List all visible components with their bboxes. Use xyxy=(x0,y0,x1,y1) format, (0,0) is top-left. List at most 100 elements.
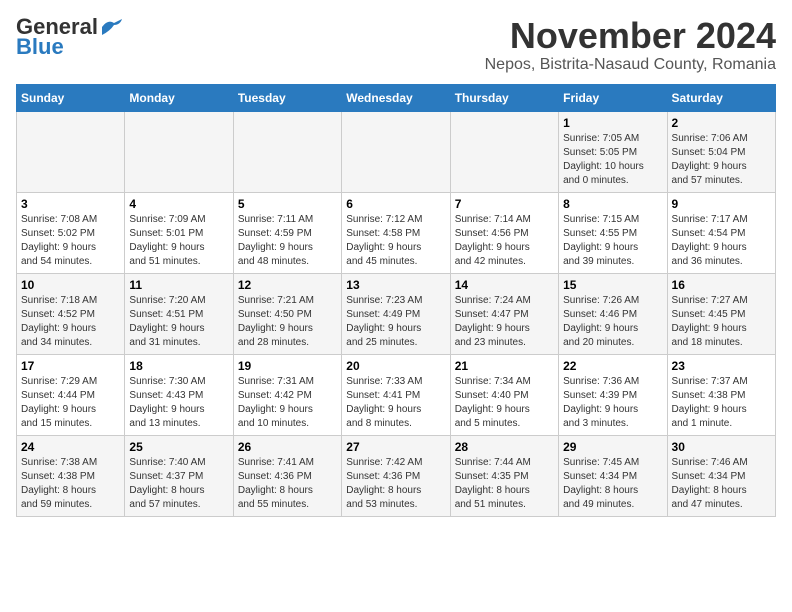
day-number: 28 xyxy=(455,440,554,454)
calendar-cell: 12 Sunrise: 7:21 AM Sunset: 4:50 PM Dayli… xyxy=(233,273,341,354)
calendar-cell: 2 Sunrise: 7:06 AM Sunset: 5:04 PM Daylig… xyxy=(667,111,775,192)
day-info: Sunrise: 7:27 AM Sunset: 4:45 PM Dayligh… xyxy=(672,294,771,350)
day-number: 4 xyxy=(129,197,228,211)
calendar-cell: 3 Sunrise: 7:08 AM Sunset: 5:02 PM Daylig… xyxy=(17,192,125,273)
calendar-cell: 23 Sunrise: 7:37 AM Sunset: 4:38 PM Dayli… xyxy=(667,354,775,435)
day-number: 19 xyxy=(238,359,337,373)
day-number: 12 xyxy=(238,278,337,292)
header: General Blue November 2024 Nepos, Bistri… xyxy=(16,16,776,74)
calendar-cell xyxy=(342,111,450,192)
day-info: Sunrise: 7:14 AM Sunset: 4:56 PM Dayligh… xyxy=(455,213,554,269)
calendar-cell: 21 Sunrise: 7:34 AM Sunset: 4:40 PM Dayli… xyxy=(450,354,558,435)
day-info: Sunrise: 7:17 AM Sunset: 4:54 PM Dayligh… xyxy=(672,213,771,269)
calendar-cell: 5Sunrise: 7:11 AM Sunset: 4:59 PM Daylig… xyxy=(233,192,341,273)
calendar-cell: 27 Sunrise: 7:42 AM Sunset: 4:36 PM Dayli… xyxy=(342,435,450,516)
day-number: 10 xyxy=(21,278,120,292)
day-info: Sunrise: 7:42 AM Sunset: 4:36 PM Dayligh… xyxy=(346,456,445,512)
day-header: Friday xyxy=(559,84,667,111)
day-header: Monday xyxy=(125,84,233,111)
day-info: Sunrise: 7:18 AM Sunset: 4:52 PM Dayligh… xyxy=(21,294,120,350)
calendar-cell: 10 Sunrise: 7:18 AM Sunset: 4:52 PM Dayli… xyxy=(17,273,125,354)
day-info: Sunrise: 7:44 AM Sunset: 4:35 PM Dayligh… xyxy=(455,456,554,512)
day-number: 3 xyxy=(21,197,120,211)
calendar-cell: 16 Sunrise: 7:27 AM Sunset: 4:45 PM Dayli… xyxy=(667,273,775,354)
day-info: Sunrise: 7:34 AM Sunset: 4:40 PM Dayligh… xyxy=(455,375,554,431)
day-header: Sunday xyxy=(17,84,125,111)
calendar-cell: 7 Sunrise: 7:14 AM Sunset: 4:56 PM Daylig… xyxy=(450,192,558,273)
day-info: Sunrise: 7:29 AM Sunset: 4:44 PM Dayligh… xyxy=(21,375,120,431)
day-info: Sunrise: 7:36 AM Sunset: 4:39 PM Dayligh… xyxy=(563,375,662,431)
logo-bird-icon xyxy=(100,19,122,35)
day-info: Sunrise: 7:45 AM Sunset: 4:34 PM Dayligh… xyxy=(563,456,662,512)
day-header: Thursday xyxy=(450,84,558,111)
calendar-cell xyxy=(450,111,558,192)
calendar-cell: 29 Sunrise: 7:45 AM Sunset: 4:34 PM Dayli… xyxy=(559,435,667,516)
day-header: Saturday xyxy=(667,84,775,111)
calendar-cell: 25 Sunrise: 7:40 AM Sunset: 4:37 PM Dayli… xyxy=(125,435,233,516)
day-number: 13 xyxy=(346,278,445,292)
calendar-cell: 6Sunrise: 7:12 AM Sunset: 4:58 PM Daylig… xyxy=(342,192,450,273)
day-number: 1 xyxy=(563,116,662,130)
calendar-cell: 22Sunrise: 7:36 AM Sunset: 4:39 PM Dayli… xyxy=(559,354,667,435)
day-number: 15 xyxy=(563,278,662,292)
calendar-cell: 4 Sunrise: 7:09 AM Sunset: 5:01 PM Daylig… xyxy=(125,192,233,273)
day-number: 9 xyxy=(672,197,771,211)
day-header: Tuesday xyxy=(233,84,341,111)
day-number: 25 xyxy=(129,440,228,454)
day-number: 16 xyxy=(672,278,771,292)
calendar-cell: 14 Sunrise: 7:24 AM Sunset: 4:47 PM Dayli… xyxy=(450,273,558,354)
day-info: Sunrise: 7:11 AM Sunset: 4:59 PM Dayligh… xyxy=(238,213,337,269)
day-number: 29 xyxy=(563,440,662,454)
day-info: Sunrise: 7:15 AM Sunset: 4:55 PM Dayligh… xyxy=(563,213,662,269)
day-info: Sunrise: 7:09 AM Sunset: 5:01 PM Dayligh… xyxy=(129,213,228,269)
day-info: Sunrise: 7:23 AM Sunset: 4:49 PM Dayligh… xyxy=(346,294,445,350)
calendar-cell: 15 Sunrise: 7:26 AM Sunset: 4:46 PM Dayli… xyxy=(559,273,667,354)
calendar-cell: 9 Sunrise: 7:17 AM Sunset: 4:54 PM Daylig… xyxy=(667,192,775,273)
day-info: Sunrise: 7:46 AM Sunset: 4:34 PM Dayligh… xyxy=(672,456,771,512)
day-number: 7 xyxy=(455,197,554,211)
logo-blue: Blue xyxy=(16,36,64,58)
day-info: Sunrise: 7:38 AM Sunset: 4:38 PM Dayligh… xyxy=(21,456,120,512)
day-info: Sunrise: 7:37 AM Sunset: 4:38 PM Dayligh… xyxy=(672,375,771,431)
calendar-cell: 8Sunrise: 7:15 AM Sunset: 4:55 PM Daylig… xyxy=(559,192,667,273)
day-info: Sunrise: 7:21 AM Sunset: 4:50 PM Dayligh… xyxy=(238,294,337,350)
day-number: 11 xyxy=(129,278,228,292)
calendar-table: SundayMondayTuesdayWednesdayThursdayFrid… xyxy=(16,84,776,517)
calendar-cell: 26 Sunrise: 7:41 AM Sunset: 4:36 PM Dayli… xyxy=(233,435,341,516)
calendar-cell: 18Sunrise: 7:30 AM Sunset: 4:43 PM Dayli… xyxy=(125,354,233,435)
day-number: 26 xyxy=(238,440,337,454)
day-number: 24 xyxy=(21,440,120,454)
calendar-cell: 20Sunrise: 7:33 AM Sunset: 4:41 PM Dayli… xyxy=(342,354,450,435)
month-title: November 2024 xyxy=(485,16,776,56)
day-number: 2 xyxy=(672,116,771,130)
calendar-cell: 19 Sunrise: 7:31 AM Sunset: 4:42 PM Dayli… xyxy=(233,354,341,435)
calendar-cell xyxy=(233,111,341,192)
day-number: 21 xyxy=(455,359,554,373)
day-header: Wednesday xyxy=(342,84,450,111)
day-info: Sunrise: 7:41 AM Sunset: 4:36 PM Dayligh… xyxy=(238,456,337,512)
day-info: Sunrise: 7:26 AM Sunset: 4:46 PM Dayligh… xyxy=(563,294,662,350)
day-info: Sunrise: 7:06 AM Sunset: 5:04 PM Dayligh… xyxy=(672,132,771,188)
day-info: Sunrise: 7:05 AM Sunset: 5:05 PM Dayligh… xyxy=(563,132,662,188)
day-info: Sunrise: 7:08 AM Sunset: 5:02 PM Dayligh… xyxy=(21,213,120,269)
calendar-cell: 11 Sunrise: 7:20 AM Sunset: 4:51 PM Dayli… xyxy=(125,273,233,354)
day-info: Sunrise: 7:31 AM Sunset: 4:42 PM Dayligh… xyxy=(238,375,337,431)
day-info: Sunrise: 7:12 AM Sunset: 4:58 PM Dayligh… xyxy=(346,213,445,269)
logo: General Blue xyxy=(16,16,122,58)
calendar-cell: 24 Sunrise: 7:38 AM Sunset: 4:38 PM Dayli… xyxy=(17,435,125,516)
day-info: Sunrise: 7:24 AM Sunset: 4:47 PM Dayligh… xyxy=(455,294,554,350)
day-number: 23 xyxy=(672,359,771,373)
day-info: Sunrise: 7:40 AM Sunset: 4:37 PM Dayligh… xyxy=(129,456,228,512)
day-info: Sunrise: 7:30 AM Sunset: 4:43 PM Dayligh… xyxy=(129,375,228,431)
calendar-cell xyxy=(17,111,125,192)
day-number: 27 xyxy=(346,440,445,454)
calendar-cell: 28 Sunrise: 7:44 AM Sunset: 4:35 PM Dayli… xyxy=(450,435,558,516)
day-number: 20 xyxy=(346,359,445,373)
calendar-cell: 17Sunrise: 7:29 AM Sunset: 4:44 PM Dayli… xyxy=(17,354,125,435)
day-number: 30 xyxy=(672,440,771,454)
title-area: November 2024 Nepos, Bistrita-Nasaud Cou… xyxy=(485,16,776,74)
day-number: 14 xyxy=(455,278,554,292)
day-info: Sunrise: 7:20 AM Sunset: 4:51 PM Dayligh… xyxy=(129,294,228,350)
location: Nepos, Bistrita-Nasaud County, Romania xyxy=(485,56,776,74)
calendar-cell: 13 Sunrise: 7:23 AM Sunset: 4:49 PM Dayli… xyxy=(342,273,450,354)
